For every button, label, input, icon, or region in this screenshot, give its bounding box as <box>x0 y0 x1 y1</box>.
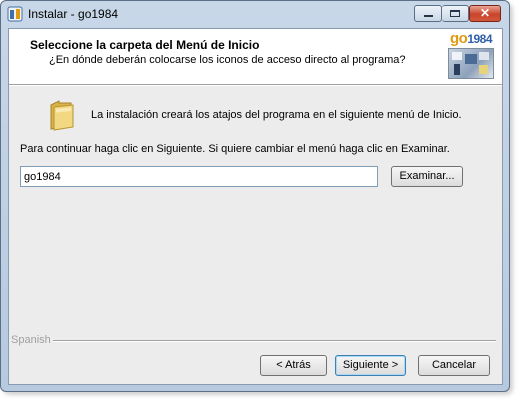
logo-text: go1984 <box>449 30 493 47</box>
installer-app-icon <box>7 6 23 22</box>
close-button[interactable]: ✕ <box>469 5 501 22</box>
minimize-button[interactable] <box>414 5 442 22</box>
product-logo: go1984 <box>446 30 496 80</box>
info-text: La instalación creará los atajos del pro… <box>91 109 462 121</box>
logo-image <box>448 48 494 79</box>
back-button[interactable]: < Atrás <box>260 355 327 376</box>
language-label: Spanish <box>11 334 51 346</box>
wizard-header: Seleccione la carpeta del Menú de Inicio… <box>9 29 502 84</box>
wizard-page: Seleccione la carpeta del Menú de Inicio… <box>8 28 503 385</box>
start-menu-folder-input[interactable] <box>20 166 378 187</box>
instructions-text: Para continuar haga clic en Siguiente. S… <box>20 143 450 155</box>
maximize-icon <box>450 10 460 17</box>
next-button[interactable]: Siguiente > <box>335 355 406 376</box>
browse-button[interactable]: Examinar... <box>391 166 463 187</box>
cancel-button[interactable]: Cancelar <box>418 355 490 376</box>
installer-window: Instalar - go1984 ✕ Seleccione la carpet… <box>0 0 510 392</box>
minimize-icon <box>424 15 433 17</box>
page-title: Seleccione la carpeta del Menú de Inicio <box>30 38 260 52</box>
page-subtitle: ¿En dónde deberán colocarse los iconos d… <box>49 54 406 66</box>
folder-icon <box>50 100 74 131</box>
header-divider <box>9 84 502 86</box>
footer-divider <box>53 340 496 342</box>
title-bar[interactable]: Instalar - go1984 ✕ <box>1 1 509 27</box>
window-title: Instalar - go1984 <box>28 7 119 21</box>
close-icon: ✕ <box>479 6 491 20</box>
maximize-button[interactable] <box>442 5 469 22</box>
